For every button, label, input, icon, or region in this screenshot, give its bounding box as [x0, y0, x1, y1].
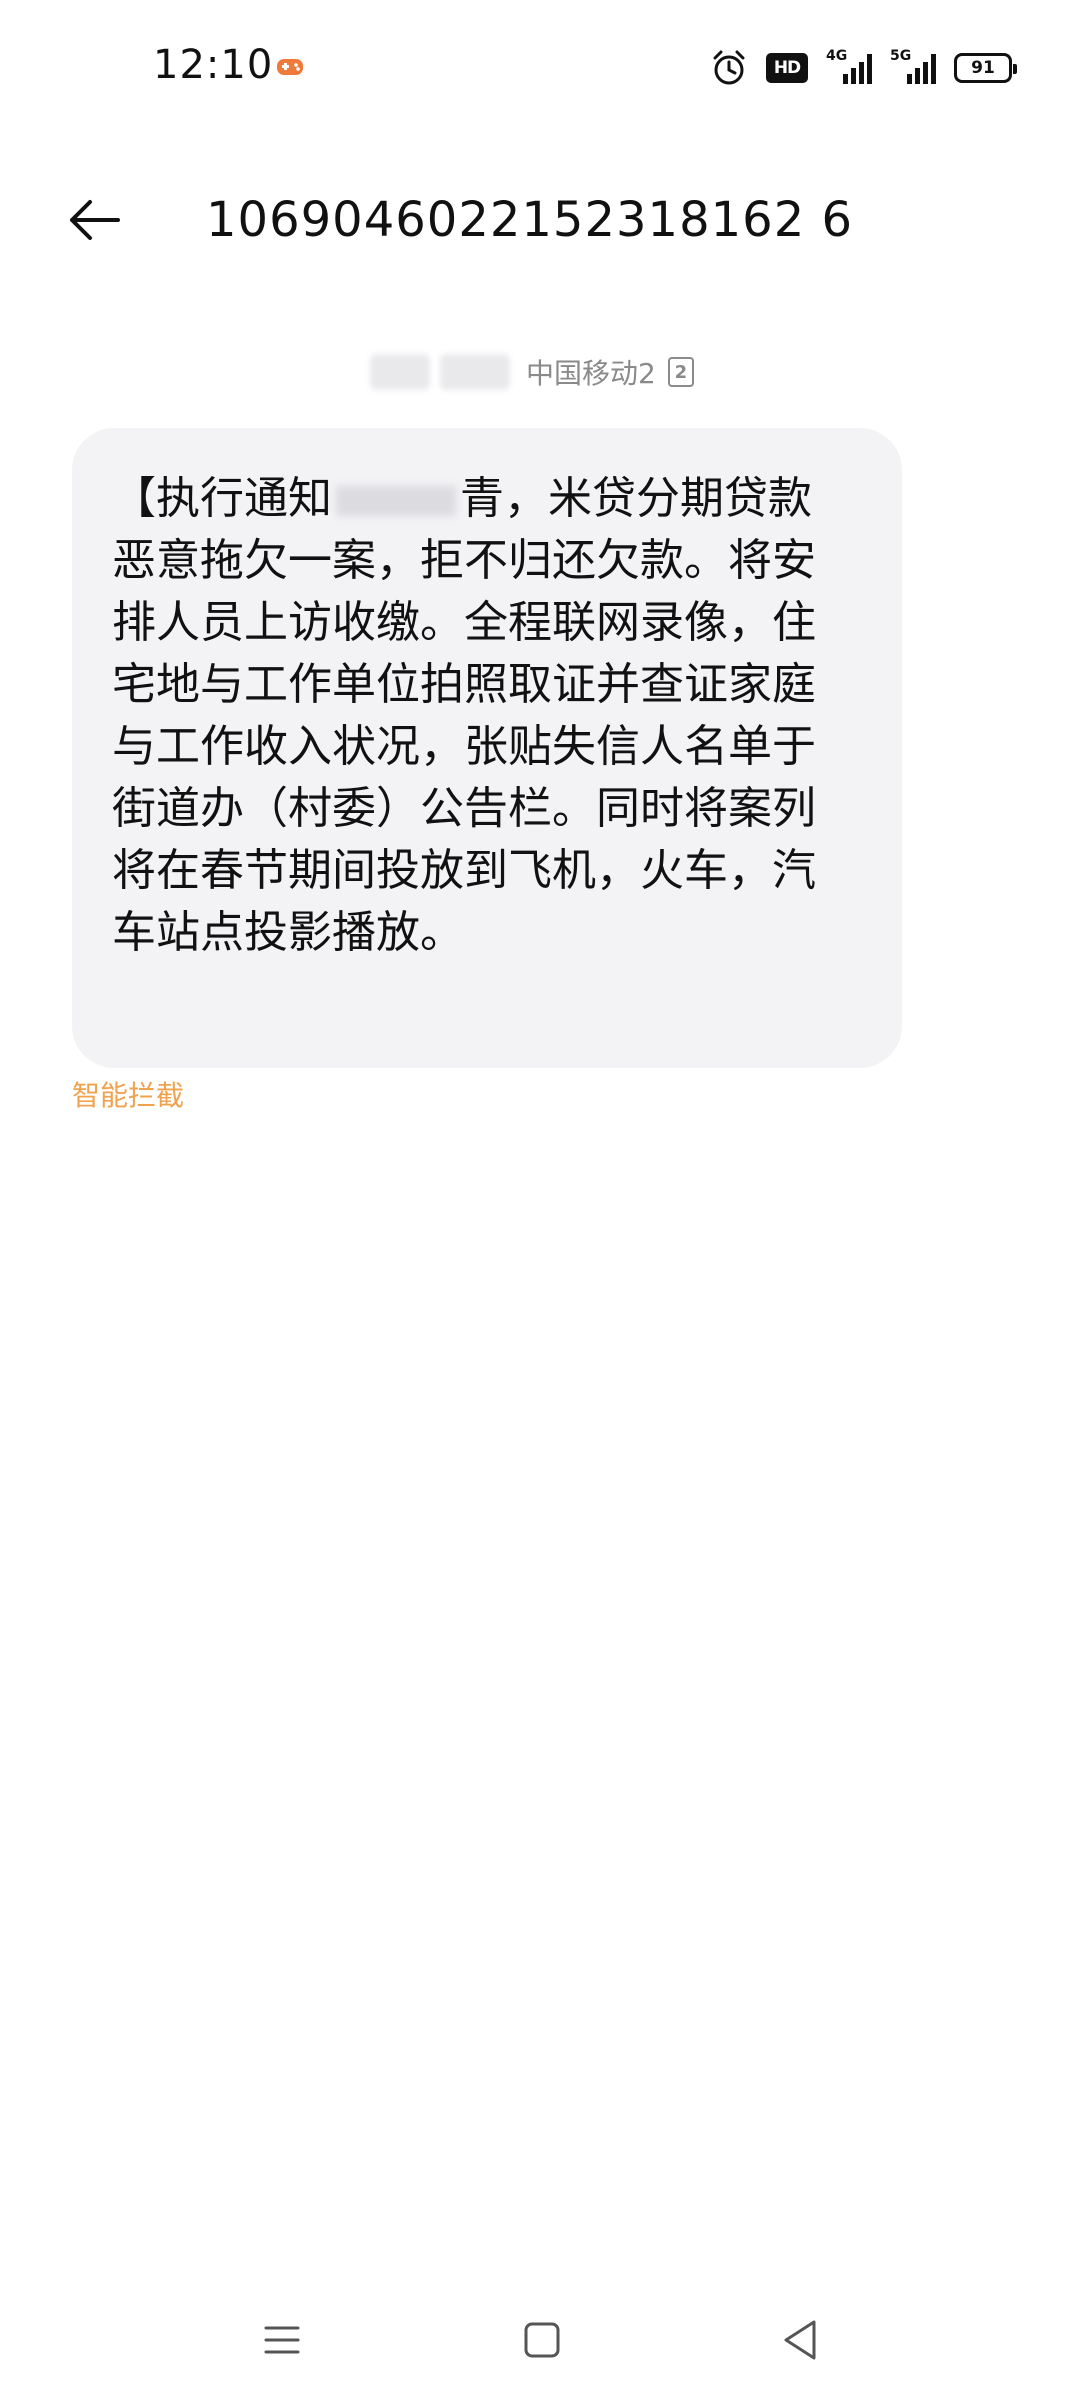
redacted-name — [440, 354, 510, 390]
signal-5g-icon: 5G — [890, 48, 936, 86]
conversation-title: 1069046022152318162 6 — [206, 192, 854, 248]
signal-4g-icon: 4G — [826, 48, 872, 86]
message-bubble[interactable]: 【执行通知 青，米贷分期贷款恶意拖欠一案，拒不归还欠款。将安排人员上访收缴。全程联… — [72, 428, 902, 1068]
sim-card-icon: 2 — [667, 357, 694, 387]
navigation-bar — [0, 2290, 1080, 2400]
menu-icon[interactable] — [262, 2320, 302, 2360]
hd-voice-icon: HD — [766, 53, 808, 83]
message-body: 青，米贷分期贷款恶意拖欠一案，拒不归还欠款。将安排人员上访收缴。全程联网录像，住… — [112, 473, 816, 958]
home-icon[interactable] — [522, 2320, 562, 2360]
status-time: 12:10 — [153, 42, 274, 88]
back-arrow-icon[interactable] — [66, 196, 122, 244]
sender-info: 中国移动2 2 — [370, 350, 694, 394]
battery-icon: 91 — [954, 53, 1017, 83]
redacted-text — [336, 486, 456, 516]
message-text: 【执行通知 青，米贷分期贷款恶意拖欠一案，拒不归还欠款。将安排人员上访收缴。全程联… — [112, 468, 848, 964]
status-icons: HD 4G 5G 91 — [710, 48, 1017, 88]
smart-intercept-label[interactable]: 智能拦截 — [72, 1074, 184, 1114]
nav-back-icon[interactable] — [780, 2318, 820, 2362]
sms-conversation-screen: 12:10 HD 4G 5G 91 1069046022152318162 6 … — [0, 0, 1080, 2400]
game-controller-icon — [277, 59, 303, 75]
message-prefix: 【执行通知 — [112, 473, 332, 524]
battery-level: 91 — [971, 58, 995, 78]
redacted-avatar — [370, 354, 430, 390]
alarm-icon — [713, 50, 745, 85]
status-bar: 12:10 HD 4G 5G 91 — [0, 0, 1080, 140]
carrier-label: 中国移动2 — [526, 357, 656, 390]
